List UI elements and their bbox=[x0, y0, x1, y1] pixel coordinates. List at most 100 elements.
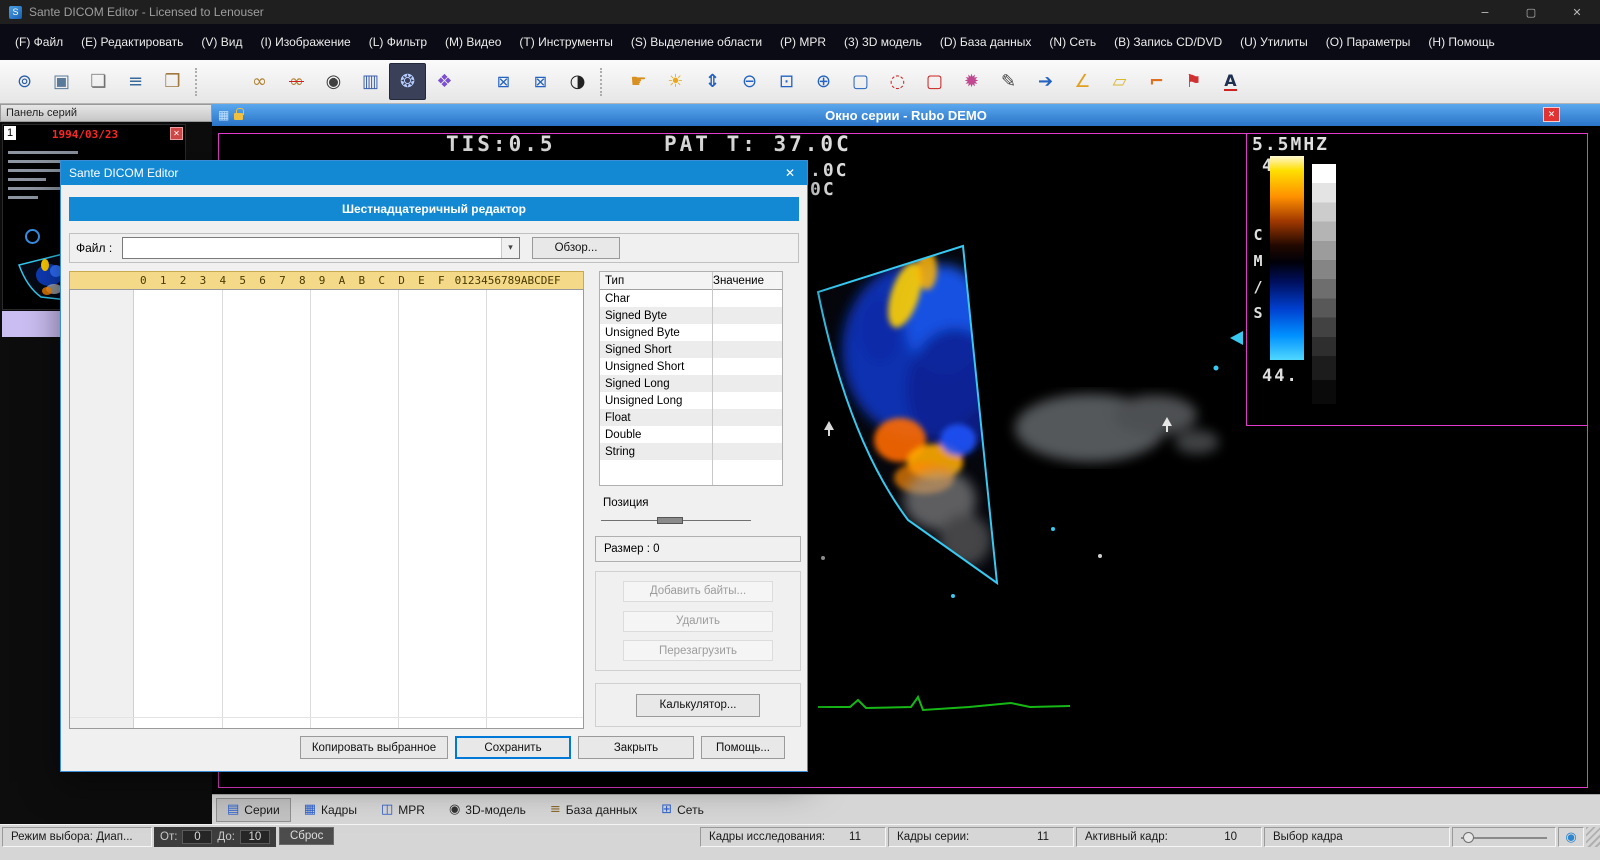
menu-item[interactable]: (D) База данных bbox=[931, 24, 1040, 60]
zoom-out-button[interactable]: ⊖ bbox=[731, 63, 768, 100]
zoom-in-button[interactable]: ⊕ bbox=[805, 63, 842, 100]
file-combo-input[interactable] bbox=[123, 238, 501, 258]
menu-item[interactable]: (H) Помощь bbox=[1419, 24, 1503, 60]
overlay-eye-button[interactable]: ◉ bbox=[315, 63, 352, 100]
menu-item[interactable]: (N) Сеть bbox=[1040, 24, 1105, 60]
pan-hand-button[interactable]: ☛ bbox=[620, 63, 657, 100]
chevron-down-icon[interactable]: ▾ bbox=[501, 238, 519, 258]
menu-bar: (F) Файл (E) Редактировать (V) Вид (I) Изоб… bbox=[0, 24, 1600, 60]
maximize-icon[interactable]: ▢ bbox=[1508, 0, 1554, 24]
network-globe-icon[interactable]: ◉ bbox=[1558, 827, 1584, 847]
delete-button[interactable]: Удалить bbox=[623, 610, 773, 632]
add-bytes-button[interactable]: Добавить байты... bbox=[623, 580, 773, 602]
link-series-button[interactable]: ∞ bbox=[241, 63, 278, 100]
palette-button[interactable]: ❖ bbox=[426, 63, 463, 100]
menu-item[interactable]: (F) Файл bbox=[6, 24, 72, 60]
angle-tool-button[interactable]: ∠ bbox=[1064, 63, 1101, 100]
color-sphere-button[interactable]: ✹ bbox=[953, 63, 990, 100]
copy-selected-button[interactable]: Копировать выбранное bbox=[300, 736, 448, 759]
aperture-button[interactable]: ❂ bbox=[389, 63, 426, 100]
range-to-value[interactable]: 10 bbox=[239, 830, 270, 844]
value-table-row: Signed Long bbox=[600, 375, 782, 392]
menu-item[interactable]: (L) Фильтр bbox=[360, 24, 436, 60]
reset-button[interactable]: Сброс bbox=[278, 827, 335, 845]
file-combo[interactable]: ▾ bbox=[122, 237, 520, 259]
corner-tool-button[interactable]: ⌐ bbox=[1138, 63, 1175, 100]
menu-item[interactable]: (I) Изображение bbox=[251, 24, 359, 60]
edit-database-button[interactable]: ≡ bbox=[117, 63, 154, 100]
tis-readout: TIS:0.5 bbox=[446, 132, 556, 156]
compare-columns-button[interactable]: ▥ bbox=[352, 63, 389, 100]
color-sphere-icon: ✹ bbox=[963, 70, 980, 92]
status-active-frame: Активный кадр: 10 bbox=[1076, 827, 1262, 847]
flip-vertical-button[interactable]: ⊠ bbox=[522, 63, 559, 100]
save-study-button[interactable]: ▣ bbox=[43, 63, 80, 100]
toolbar-handle[interactable] bbox=[600, 67, 604, 96]
calculator-button[interactable]: Калькулятор... bbox=[636, 693, 760, 717]
text-tool-icon: A bbox=[1224, 70, 1237, 91]
menu-item[interactable]: (V) Вид bbox=[192, 24, 251, 60]
frame-select-slider[interactable] bbox=[1452, 827, 1556, 847]
slider-thumb[interactable] bbox=[1463, 832, 1474, 843]
flip-horizontal-button[interactable]: ⊠ bbox=[485, 63, 522, 100]
app-icon: S bbox=[9, 5, 22, 19]
value-table-header: Тип Значение bbox=[600, 272, 782, 290]
thumbnail-date: 1994/03/23 bbox=[51, 128, 119, 141]
dicom-overlay-line bbox=[1246, 425, 1588, 426]
series-window-close-icon[interactable]: ✕ bbox=[1543, 107, 1560, 122]
select-rect-button[interactable]: ▢ bbox=[842, 63, 879, 100]
tab-database[interactable]: ≡ База данных bbox=[539, 798, 648, 822]
thumbnail-close-icon[interactable]: ✕ bbox=[170, 127, 183, 140]
menu-item[interactable]: (M) Видео bbox=[436, 24, 510, 60]
brightness-button[interactable]: ☀ bbox=[657, 63, 694, 100]
select-ellipse-button[interactable]: ◌ bbox=[879, 63, 916, 100]
resize-grip[interactable] bbox=[1586, 827, 1600, 847]
minimize-icon[interactable]: − bbox=[1462, 0, 1508, 24]
menu-item[interactable]: (E) Редактировать bbox=[72, 24, 192, 60]
line-tool-button[interactable]: ✎ bbox=[990, 63, 1027, 100]
text-tool-button[interactable]: A bbox=[1212, 63, 1249, 100]
tab-network[interactable]: ⊞ Сеть bbox=[650, 798, 715, 822]
clipboard-button[interactable]: ❒ bbox=[154, 63, 191, 100]
window-level-button[interactable]: ⇕ bbox=[694, 63, 731, 100]
select-rect-red-button[interactable]: ▢ bbox=[916, 63, 953, 100]
reload-button[interactable]: Перезагрузить bbox=[623, 640, 773, 662]
range-from-value[interactable]: 0 bbox=[182, 830, 213, 844]
close-button[interactable]: Закрыть bbox=[578, 736, 694, 759]
position-slider[interactable] bbox=[601, 517, 751, 524]
dialog-titlebar[interactable]: Sante DICOM Editor ✕ bbox=[61, 161, 807, 185]
tab-frames[interactable]: ▦ Кадры bbox=[293, 798, 368, 822]
invert-image-button[interactable]: ◑ bbox=[559, 63, 596, 100]
tab-series[interactable]: ▤ Серии bbox=[216, 797, 291, 822]
export-image-button[interactable]: ❏ bbox=[80, 63, 117, 100]
tab-mpr[interactable]: ◫ MPR bbox=[370, 798, 436, 822]
menu-item[interactable]: (O) Параметры bbox=[1317, 24, 1420, 60]
eraser-tool-button[interactable]: ▱ bbox=[1101, 63, 1138, 100]
menu-item[interactable]: (S) Выделение области bbox=[622, 24, 771, 60]
dialog-close-icon[interactable]: ✕ bbox=[773, 161, 807, 185]
line-tool-icon: ✎ bbox=[1000, 70, 1017, 92]
menu-item[interactable]: (B) Запись CD/DVD bbox=[1105, 24, 1231, 60]
tab-icon: ▤ bbox=[227, 802, 240, 817]
menu-item[interactable]: (T) Инструменты bbox=[510, 24, 621, 60]
flag-tool-button[interactable]: ⚑ bbox=[1175, 63, 1212, 100]
open-study-button[interactable]: ⊚ bbox=[6, 63, 43, 100]
series-panel-title: Панель серий bbox=[0, 104, 212, 122]
brightness-icon: ☀ bbox=[667, 70, 684, 92]
toolbar-handle[interactable] bbox=[195, 67, 199, 96]
menu-item[interactable]: (P) MPR bbox=[771, 24, 835, 60]
hex-grid[interactable] bbox=[69, 289, 584, 729]
tab-3d-model[interactable]: ◉ 3D-модель bbox=[438, 798, 537, 822]
select-rect-red-icon: ▢ bbox=[925, 70, 943, 92]
arrow-tool-button[interactable]: ➔ bbox=[1027, 63, 1064, 100]
slider-thumb[interactable] bbox=[657, 517, 683, 524]
unlink-series-button[interactable]: ∞ bbox=[278, 63, 315, 100]
clipboard-icon: ❒ bbox=[164, 70, 181, 92]
save-button[interactable]: Сохранить bbox=[455, 736, 571, 759]
close-icon[interactable]: ✕ bbox=[1554, 0, 1600, 24]
zoom-region-button[interactable]: ⊡ bbox=[768, 63, 805, 100]
menu-item[interactable]: (3) 3D модель bbox=[835, 24, 931, 60]
menu-item[interactable]: (U) Утилиты bbox=[1231, 24, 1317, 60]
help-button[interactable]: Помощь... bbox=[701, 736, 785, 759]
browse-button[interactable]: Обзор... bbox=[532, 237, 620, 259]
